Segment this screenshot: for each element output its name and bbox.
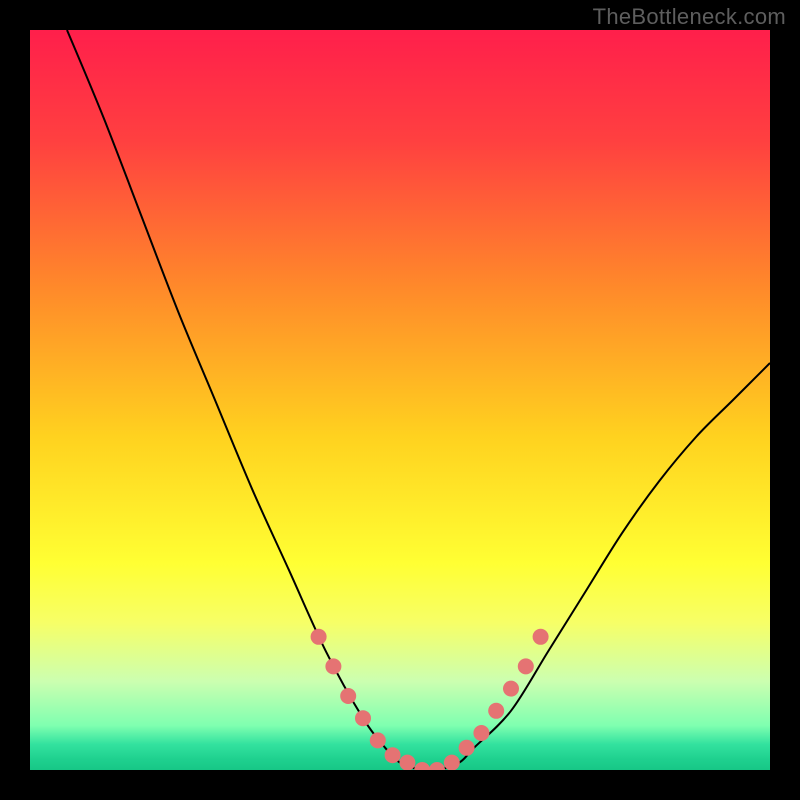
curve-marker (385, 747, 401, 763)
curve-marker (488, 703, 504, 719)
curve-marker (533, 629, 549, 645)
curve-marker (473, 725, 489, 741)
curve-marker (414, 762, 430, 770)
curve-markers (311, 629, 549, 770)
bottleneck-curve (67, 30, 770, 770)
plot-area (30, 30, 770, 770)
chart-stage: TheBottleneck.com (0, 0, 800, 800)
curve-marker (429, 762, 445, 770)
curve-marker (444, 755, 460, 770)
curve-marker (459, 740, 475, 756)
curve-marker (355, 710, 371, 726)
curve-layer (30, 30, 770, 770)
curve-marker (370, 732, 386, 748)
curve-marker (503, 681, 519, 697)
watermark-label: TheBottleneck.com (593, 4, 786, 30)
curve-marker (399, 755, 415, 770)
curve-marker (340, 688, 356, 704)
curve-marker (518, 658, 534, 674)
curve-marker (325, 658, 341, 674)
curve-marker (311, 629, 327, 645)
